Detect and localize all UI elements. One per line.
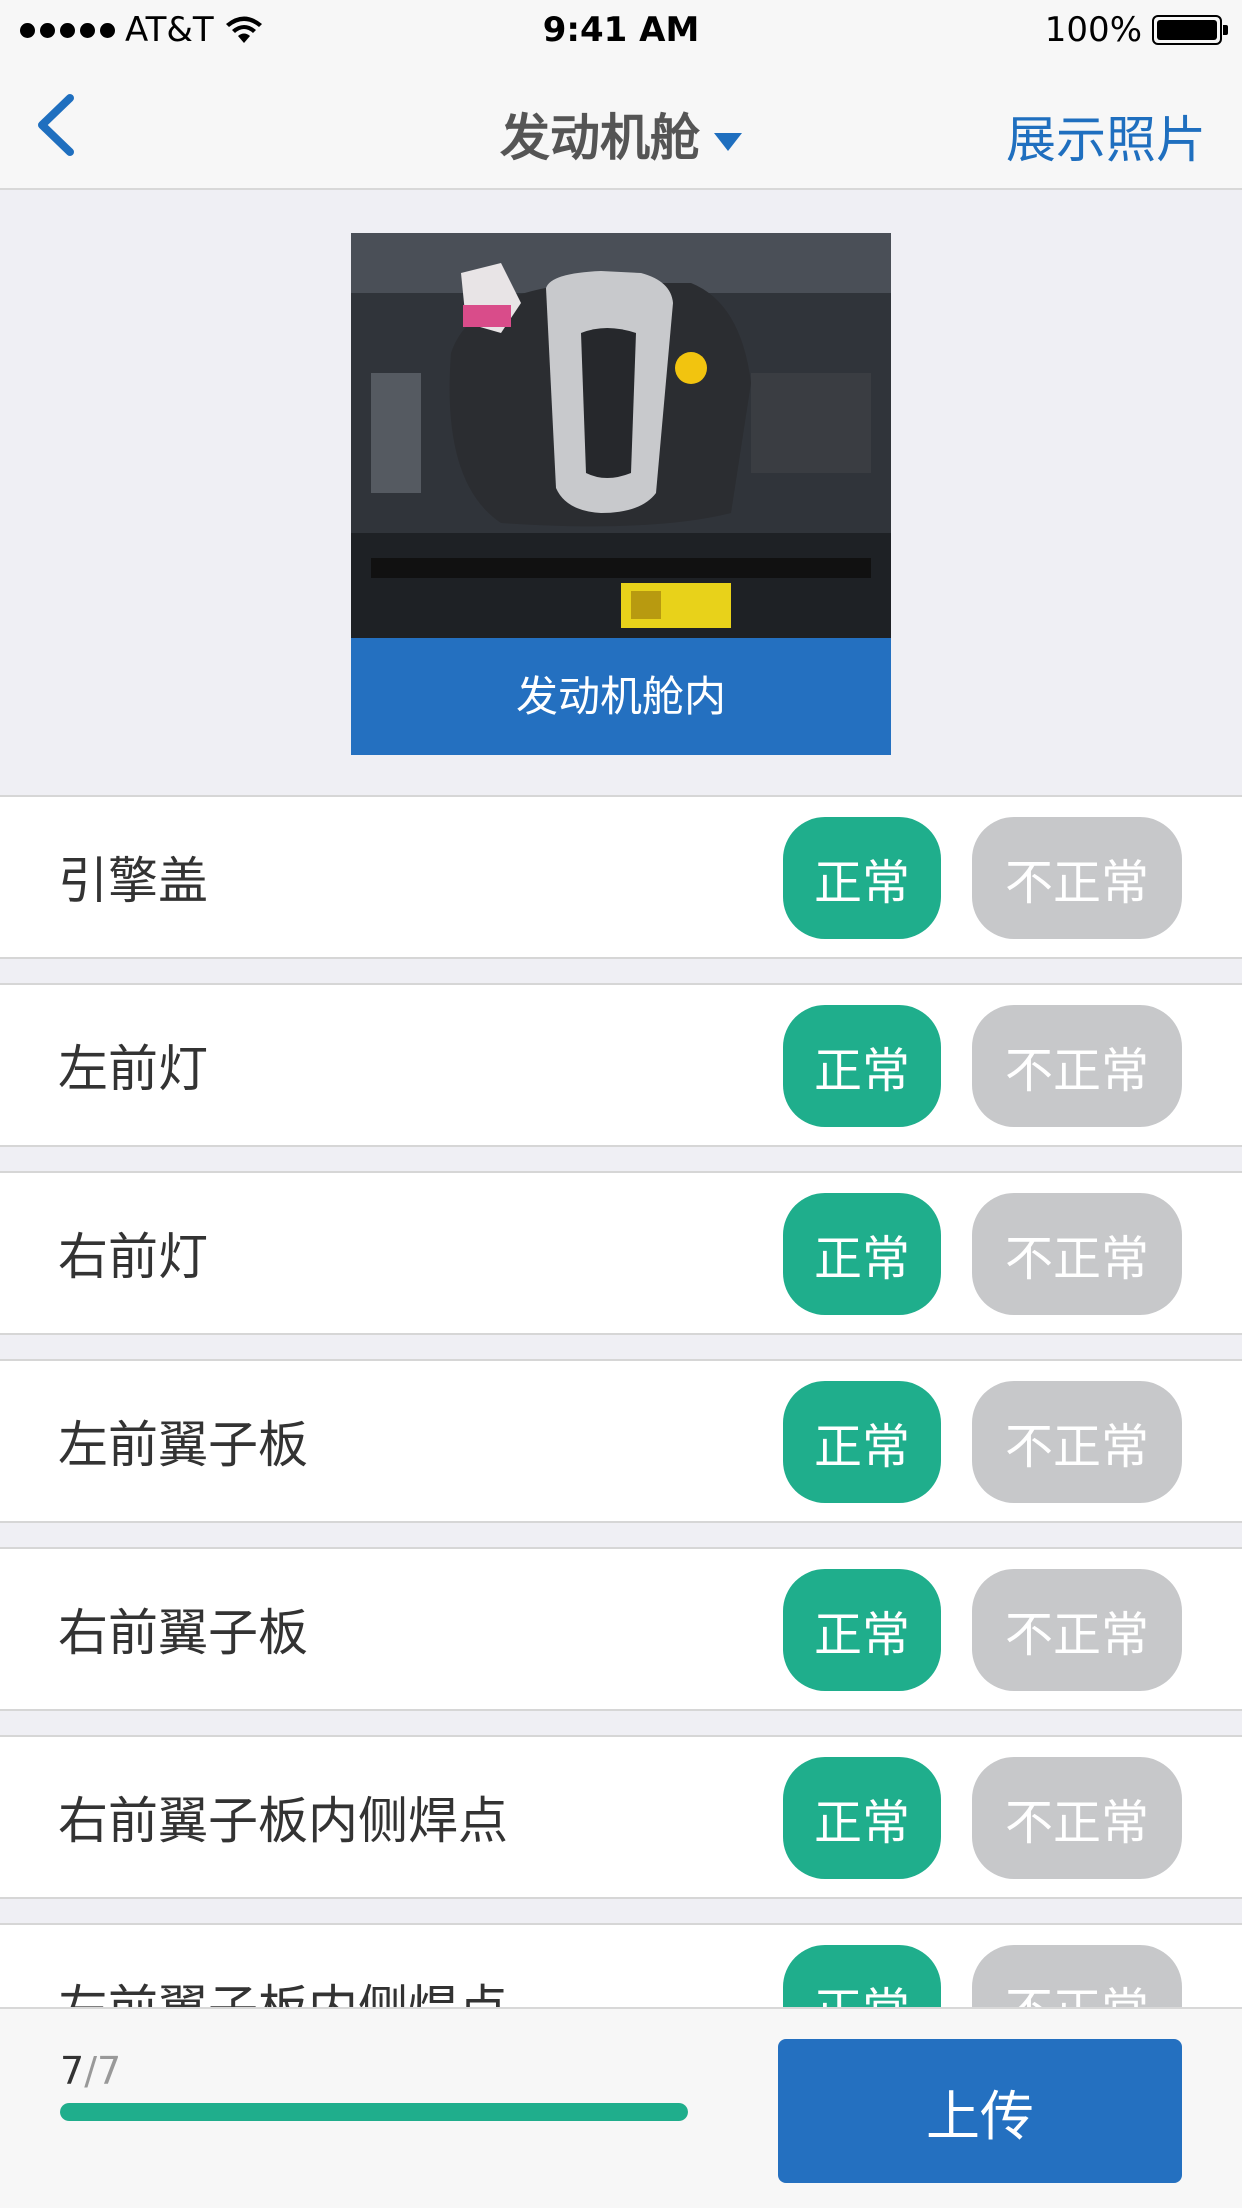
page-title: 发动机舱 xyxy=(500,109,700,167)
progress-separator: / xyxy=(84,2049,97,2093)
item-label: 左前灯 xyxy=(58,1040,208,1098)
normal-button[interactable]: 正常 xyxy=(783,1757,941,1879)
battery-percent: 100% xyxy=(1044,10,1142,50)
photo-card[interactable]: 发动机舱内 xyxy=(351,233,891,755)
list-item: 左前翼子板 正常 不正常 xyxy=(0,1359,1242,1523)
item-label: 引擎盖 xyxy=(58,852,208,910)
list-item: 左前灯 正常 不正常 xyxy=(0,983,1242,1147)
show-photos-button[interactable]: 展示照片 xyxy=(1006,100,1206,172)
item-label: 右前灯 xyxy=(58,1228,208,1286)
abnormal-button[interactable]: 不正常 xyxy=(972,1381,1182,1503)
progress-total: 7 xyxy=(97,2049,122,2093)
progress-count: 7/7 xyxy=(60,2049,121,2093)
item-label: 左前翼子板 xyxy=(58,1416,308,1474)
bottom-bar: 7/7 上传 xyxy=(0,2007,1242,2208)
inspection-list: 引擎盖 正常 不正常 左前灯 正常 不正常 右前灯 正常 不正常 左前翼子板 正… xyxy=(0,795,1242,2007)
abnormal-button[interactable]: 不正常 xyxy=(972,1005,1182,1127)
progress-fill xyxy=(60,2103,688,2121)
engine-bay-photo xyxy=(351,233,891,638)
caret-down-icon xyxy=(714,132,742,151)
nav-bar: 发动机舱 展示照片 xyxy=(0,60,1242,190)
progress-bar xyxy=(60,2103,688,2121)
abnormal-button[interactable]: 不正常 xyxy=(972,1193,1182,1315)
list-item: 右前翼子板内侧焊点 正常 不正常 xyxy=(0,1735,1242,1899)
status-right: 100% xyxy=(1044,10,1228,50)
normal-button[interactable]: 正常 xyxy=(783,1569,941,1691)
battery-icon xyxy=(1152,15,1228,45)
normal-button[interactable]: 正常 xyxy=(783,1381,941,1503)
list-item: 右前翼子板 正常 不正常 xyxy=(0,1547,1242,1711)
item-label: 右前翼子板 xyxy=(58,1604,308,1662)
list-item: 右前灯 正常 不正常 xyxy=(0,1171,1242,1335)
list-item: 左前翼子板内侧焊点 正常 不正常 xyxy=(0,1923,1242,2007)
status-bar: AT&T 9:41 AM 100% xyxy=(0,0,1242,60)
abnormal-button[interactable]: 不正常 xyxy=(972,1569,1182,1691)
normal-button[interactable]: 正常 xyxy=(783,817,941,939)
item-label: 左前翼子板内侧焊点 xyxy=(58,1969,508,2007)
abnormal-button[interactable]: 不正常 xyxy=(972,817,1182,939)
progress-current: 7 xyxy=(60,2049,85,2093)
abnormal-button[interactable]: 不正常 xyxy=(972,1757,1182,1879)
abnormal-button[interactable]: 不正常 xyxy=(972,1945,1182,2007)
upload-button[interactable]: 上传 xyxy=(778,2039,1182,2183)
list-item: 引擎盖 正常 不正常 xyxy=(0,795,1242,959)
normal-button[interactable]: 正常 xyxy=(783,1193,941,1315)
photo-caption: 发动机舱内 xyxy=(351,638,891,755)
normal-button[interactable]: 正常 xyxy=(783,1945,941,2007)
item-label: 右前翼子板内侧焊点 xyxy=(58,1792,508,1850)
normal-button[interactable]: 正常 xyxy=(783,1005,941,1127)
